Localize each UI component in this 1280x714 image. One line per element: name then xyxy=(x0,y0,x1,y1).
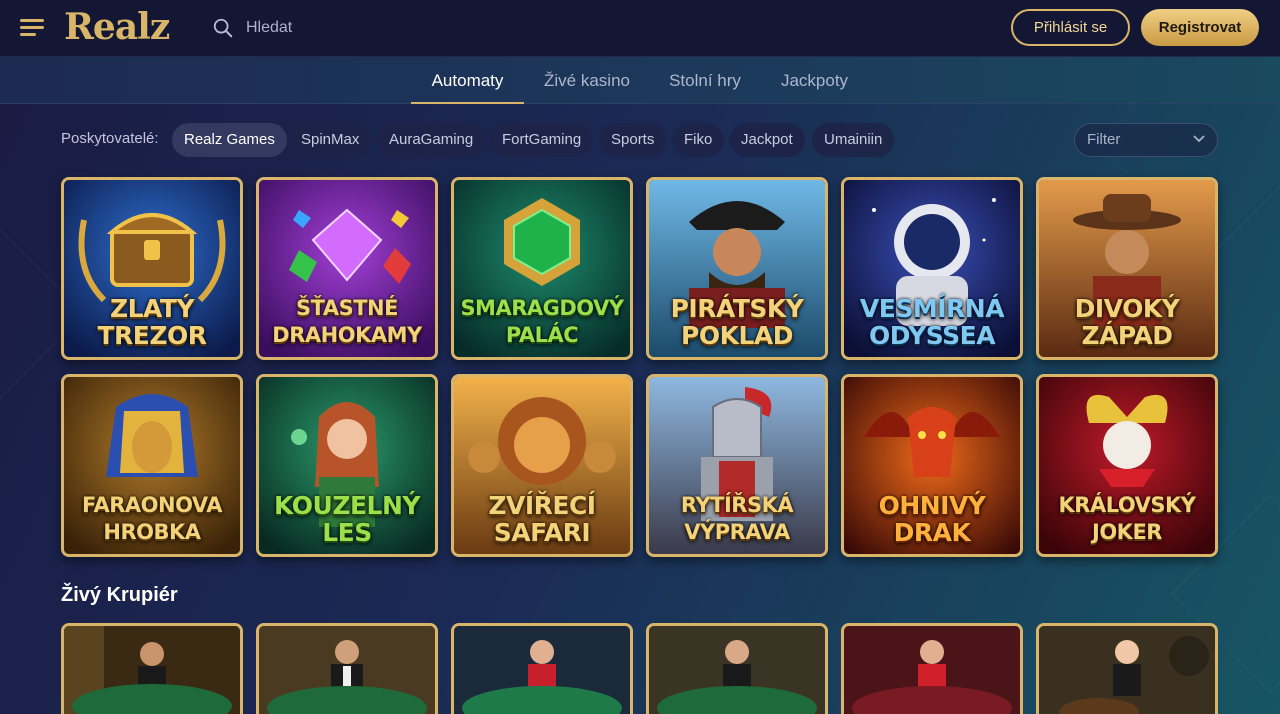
hamburger-menu-icon[interactable] xyxy=(20,17,46,37)
provider-chip-sports[interactable]: Sports xyxy=(599,123,667,157)
game-tile-smaragdovy-palac[interactable]: SMARAGDOVÝ PALÁC xyxy=(451,177,633,360)
provider-chip-fiko[interactable]: Fiko xyxy=(672,123,725,157)
game-title: DIVOKÝ ZÁPAD xyxy=(1074,294,1180,350)
login-button[interactable]: Přihlásit se xyxy=(1011,9,1130,46)
provider-chip-umainiin[interactable]: Umainiin xyxy=(812,123,895,157)
live-table-tile[interactable] xyxy=(646,623,828,714)
game-title: FARAONOVA HROBKA xyxy=(82,493,222,544)
game-title: KOUZELNÝ LES xyxy=(274,491,420,547)
register-button[interactable]: Registrovat xyxy=(1141,9,1259,46)
game-title: SMARAGDOVÝ PALÁC xyxy=(460,296,624,347)
tab-automaty[interactable]: Automaty xyxy=(411,57,524,104)
game-title: VESMÍRNÁ ODYSSEA xyxy=(859,294,1005,350)
dealer-icon xyxy=(454,626,630,714)
provider-chip-spinmax[interactable]: SpinMax xyxy=(289,123,372,157)
dealer-icon xyxy=(844,626,1020,714)
game-title: KRÁLOVSKÝ JOKER xyxy=(1058,493,1196,544)
provider-chip-jackpot[interactable]: Jackpot xyxy=(729,123,805,157)
game-title: PIRÁTSKÝ POKLAD xyxy=(670,294,804,350)
main-content: Poskytovatelé: Realz Games SpinMax AuraG… xyxy=(0,104,1280,714)
filter-dropdown[interactable]: Filter xyxy=(1074,123,1218,157)
game-tile-kralovsky-joker[interactable]: KRÁLOVSKÝ JOKER xyxy=(1036,374,1218,557)
live-table-tile[interactable] xyxy=(841,623,1023,714)
dealer-icon xyxy=(64,626,240,714)
game-tile-divoky-zapad[interactable]: DIVOKÝ ZÁPAD xyxy=(1036,177,1218,360)
game-tile-zlaty-trezor[interactable]: ZLATÝ TREZOR xyxy=(61,177,243,360)
live-table-tile[interactable] xyxy=(256,623,438,714)
top-header: Realz Přihlásit se Registrovat xyxy=(0,0,1280,57)
game-tile-vesmirna-odyssea[interactable]: VESMÍRNÁ ODYSSEA xyxy=(841,177,1023,360)
tab-stolni-hry[interactable]: Stolní hry xyxy=(657,57,753,104)
game-tile-rytirska-vyprava[interactable]: RYTÍŘSKÁ VÝPRAVA xyxy=(646,374,828,557)
tab-zive-kasino[interactable]: Živé kasino xyxy=(533,57,641,104)
game-title: ŠŤASTNÉ DRAHOKAMY xyxy=(272,296,422,347)
game-tile-zvireci-safari[interactable]: ZVÍŘECÍ SAFARI xyxy=(451,374,633,557)
filter-label: Filter xyxy=(1087,131,1121,148)
game-tile-kouzelny-les[interactable]: KOUZELNÝ LES xyxy=(256,374,438,557)
dealer-icon xyxy=(649,626,825,714)
live-dealer-section-title: Živý Krupiér xyxy=(61,584,178,606)
game-title: ZLATÝ TREZOR xyxy=(97,294,207,350)
game-title: ZVÍŘECÍ SAFARI xyxy=(488,491,596,547)
game-tile-piratsky-poklad[interactable]: PIRÁTSKÝ POKLAD xyxy=(646,177,828,360)
game-tile-ohnivy-drak[interactable]: OHNIVÝ DRAK xyxy=(841,374,1023,557)
game-title: OHNIVÝ DRAK xyxy=(878,491,986,547)
live-table-tile[interactable] xyxy=(1036,623,1218,714)
search-bar[interactable] xyxy=(212,14,472,42)
provider-chip-auragaming[interactable]: AuraGaming xyxy=(377,123,486,157)
live-table-tile[interactable] xyxy=(451,623,633,714)
provider-chip-fortgaming[interactable]: FortGaming xyxy=(490,123,594,157)
provider-chip-realz-games[interactable]: Realz Games xyxy=(172,123,287,157)
dealer-icon xyxy=(259,626,435,714)
category-tabs: Automaty Živé kasino Stolní hry Jackpoty xyxy=(0,57,1280,104)
dealer-icon xyxy=(1039,626,1215,714)
game-tile-stastne-drahokamy[interactable]: ŠŤASTNÉ DRAHOKAMY xyxy=(256,177,438,360)
game-title: RYTÍŘSKÁ VÝPRAVA xyxy=(680,493,794,544)
providers-label: Poskytovatelé: xyxy=(61,130,159,147)
game-tile-faraonova-hrobka[interactable]: FARAONOVA HROBKA xyxy=(61,374,243,557)
chevron-down-icon xyxy=(1193,135,1205,143)
tab-jackpoty[interactable]: Jackpoty xyxy=(770,57,859,104)
logo[interactable]: Realz xyxy=(64,6,170,48)
live-table-tile[interactable] xyxy=(61,623,243,714)
search-icon[interactable] xyxy=(212,17,234,39)
search-input[interactable] xyxy=(246,19,446,37)
